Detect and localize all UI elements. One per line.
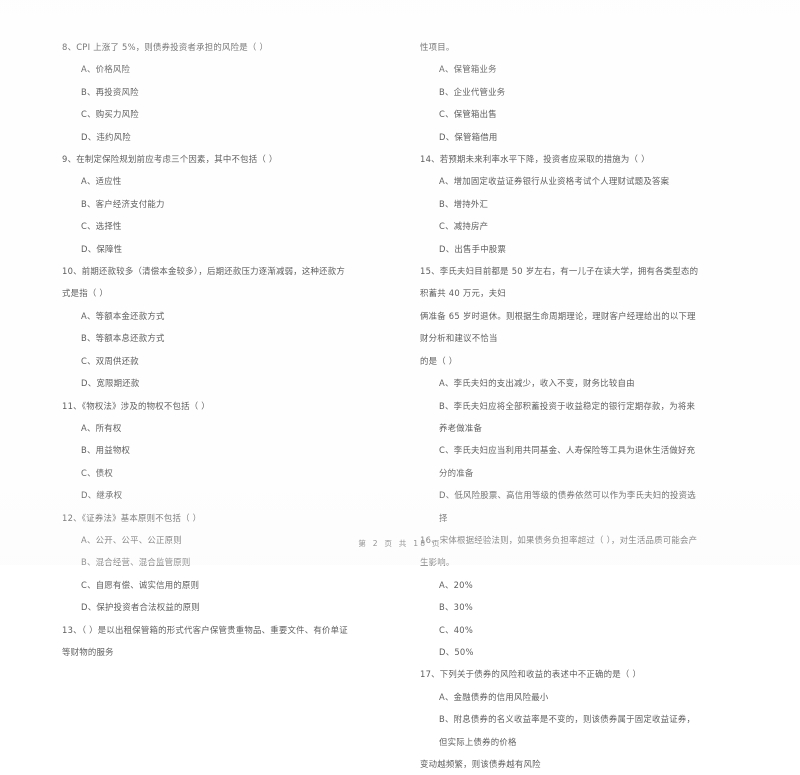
question-11-option-a: A、所有权 xyxy=(81,422,122,433)
page-footer: 第 2 页 共 18 页 xyxy=(358,539,442,548)
question-15-option-a: A、李氏夫妇的支出减少，收入不变，财务比较自由 xyxy=(439,378,635,389)
question-17-stem: 17、下列关于债券的风险和收益的表述中不正确的是（ ） xyxy=(420,669,642,680)
question-10: 10、前期还款较多（清偿本金较多），后期还款压力逐渐减弱，这种还款方式是指（ ）… xyxy=(62,260,352,394)
question-16-stem: 16、宋体根据经验法则，如果债务负担率超过（ ），对生活品质可能会产生影响。 xyxy=(420,534,698,568)
question-10-option-d: D、宽限期还款 xyxy=(81,378,140,389)
question-10-stem: 10、前期还款较多（清偿本金较多），后期还款压力逐渐减弱，这种还款方式是指（ ） xyxy=(62,266,345,299)
question-13-option-a: A、保管箱业务 xyxy=(439,64,497,75)
question-13-option-d: D、保管箱借用 xyxy=(439,131,498,142)
question-13-options: A、保管箱业务 B、企业代管业务 C、保管箱出售 D、保管箱借用 xyxy=(420,58,702,148)
question-11-stem: 11、《物权法》涉及的物权不包括（ ） xyxy=(62,400,210,411)
question-12-option-d: D、保护投资者合法权益的原则 xyxy=(81,602,200,613)
question-11-option-b: B、用益物权 xyxy=(81,445,131,456)
question-17-option-a: A、金融债券的信用风险最小 xyxy=(439,691,549,702)
question-12-option-c: C、自愿有偿、诚实信用的原则 xyxy=(81,579,200,590)
question-8-stem: 8、CPI 上涨了 5%，则债券投资者承担的风险是（ ） xyxy=(62,42,269,52)
question-13-option-c: C、保管箱出售 xyxy=(439,109,497,120)
question-12-stem: 12、《证券法》基本原则不包括（ ） xyxy=(62,512,202,523)
question-15-stem-line-3: 的是（ ） xyxy=(420,355,458,366)
question-10-option-c: C、双周供还款 xyxy=(81,355,139,366)
question-16-option-b: B、30% xyxy=(439,602,473,613)
question-11-option-d: D、继承权 xyxy=(81,490,123,501)
question-10-option-a: A、等额本金还款方式 xyxy=(81,310,165,321)
question-14-option-c: C、减持房产 xyxy=(439,221,489,232)
question-11-option-c: C、债权 xyxy=(81,467,113,478)
question-13: 13、（ ）是以出租保管箱的形式代客户保管贵重物品、重要文件、有价单证等财物的服… xyxy=(62,619,352,664)
question-14-option-a: A、增加固定收益证券银行从业资格考试个人理财试题及答案 xyxy=(439,176,670,187)
question-13-stem-continuation: 性项目。 xyxy=(420,42,455,52)
question-13-stem: 13、（ ）是以出租保管箱的形式代客户保管贵重物品、重要文件、有价单证等财物的服… xyxy=(62,624,348,657)
question-9-stem: 9、在制定保险规划前应考虑三个因素，其中不包括（ ） xyxy=(62,154,278,165)
question-12: 12、《证券法》基本原则不包括（ ） A、公开、公平、公正原则 B、混合经营、混… xyxy=(62,507,352,619)
question-13-option-b: B、企业代管业务 xyxy=(439,86,506,97)
exam-paper-page: 8、CPI 上涨了 5%，则债券投资者承担的风险是（ ） A、价格风险 B、再投… xyxy=(0,0,800,769)
question-15-option-c: C、李氏夫妇应当利用共同基金、人寿保险等工具为退休生活做好充分的准备 xyxy=(439,445,696,478)
right-column: 性项目。 A、保管箱业务 B、企业代管业务 C、保管箱出售 D、保管箱借用 14… xyxy=(360,36,720,775)
question-15-stem-line-2: 俩准备 65 岁时退休。则根据生命周期理论，理财客户经理给出的以下理财分析和建议… xyxy=(420,310,696,344)
question-14-option-d: D、出售手中股票 xyxy=(439,243,507,254)
question-16: 16、宋体根据经验法则，如果债务负担率超过（ ），对生活品质可能会产生影响。 A… xyxy=(420,529,702,663)
question-11: 11、《物权法》涉及的物权不包括（ ） A、所有权 B、用益物权 C、债权 D、… xyxy=(62,395,352,507)
question-16-option-c: C、40% xyxy=(439,624,474,635)
question-9: 9、在制定保险规划前应考虑三个因素，其中不包括（ ） A、适应性 B、客户经济支… xyxy=(62,148,352,260)
question-8-option-b: B、再投资风险 xyxy=(81,86,139,97)
question-9-option-a: A、适应性 xyxy=(81,176,122,187)
question-9-option-c: C、选择性 xyxy=(81,221,122,232)
question-8-option-c: C、购买力风险 xyxy=(81,109,139,120)
question-15: 15、李氏夫妇目前都是 50 岁左右，有一儿子在读大学，拥有各类型态的积蓄共 4… xyxy=(420,260,702,529)
question-17-option-b-line-2: 变动越频繁，则该债券越有风险 xyxy=(420,759,541,769)
left-column: 8、CPI 上涨了 5%，则债券投资者承担的风险是（ ） A、价格风险 B、再投… xyxy=(0,36,360,775)
question-8-option-a: A、价格风险 xyxy=(81,64,131,75)
question-8: 8、CPI 上涨了 5%，则债券投资者承担的风险是（ ） A、价格风险 B、再投… xyxy=(62,36,352,148)
question-15-option-d: D、低风险股票、高信用等级的债券依然可以作为李氏夫妇的投资选择 xyxy=(439,490,696,523)
question-8-option-d: D、违约风险 xyxy=(81,131,131,142)
two-column-body: 8、CPI 上涨了 5%，则债券投资者承担的风险是（ ） A、价格风险 B、再投… xyxy=(0,36,800,775)
question-15-stem-line-1: 15、李氏夫妇目前都是 50 岁左右，有一儿子在读大学，拥有各类型态的积蓄共 4… xyxy=(420,266,699,299)
question-9-option-d: D、保障性 xyxy=(81,243,123,254)
question-15-option-b: B、李氏夫妇应将全部积蓄投资于收益稳定的银行定期存款，为将来养老做准备 xyxy=(439,400,696,433)
question-14: 14、若预期未来利率水平下降，投资者应采取的措施为（ ） A、增加固定收益证券银… xyxy=(420,148,702,260)
question-9-option-b: B、客户经济支付能力 xyxy=(81,198,165,209)
question-12-option-b: B、混合经营、混合监管原则 xyxy=(81,557,191,568)
question-16-option-d: D、50% xyxy=(439,646,474,657)
question-14-stem: 14、若预期未来利率水平下降，投资者应采取的措施为（ ） xyxy=(420,154,650,165)
question-14-option-b: B、增持外汇 xyxy=(439,198,489,209)
question-17: 17、下列关于债券的风险和收益的表述中不正确的是（ ） A、金融债券的信用风险最… xyxy=(420,663,702,775)
question-17-option-b-line-1: B、附息债券的名义收益率是不变的，则该债券属于固定收益证券，但实际上债券的价格 xyxy=(439,714,696,747)
question-10-option-b: B、等额本息还款方式 xyxy=(81,333,165,344)
question-16-option-a: A、20% xyxy=(439,579,473,590)
